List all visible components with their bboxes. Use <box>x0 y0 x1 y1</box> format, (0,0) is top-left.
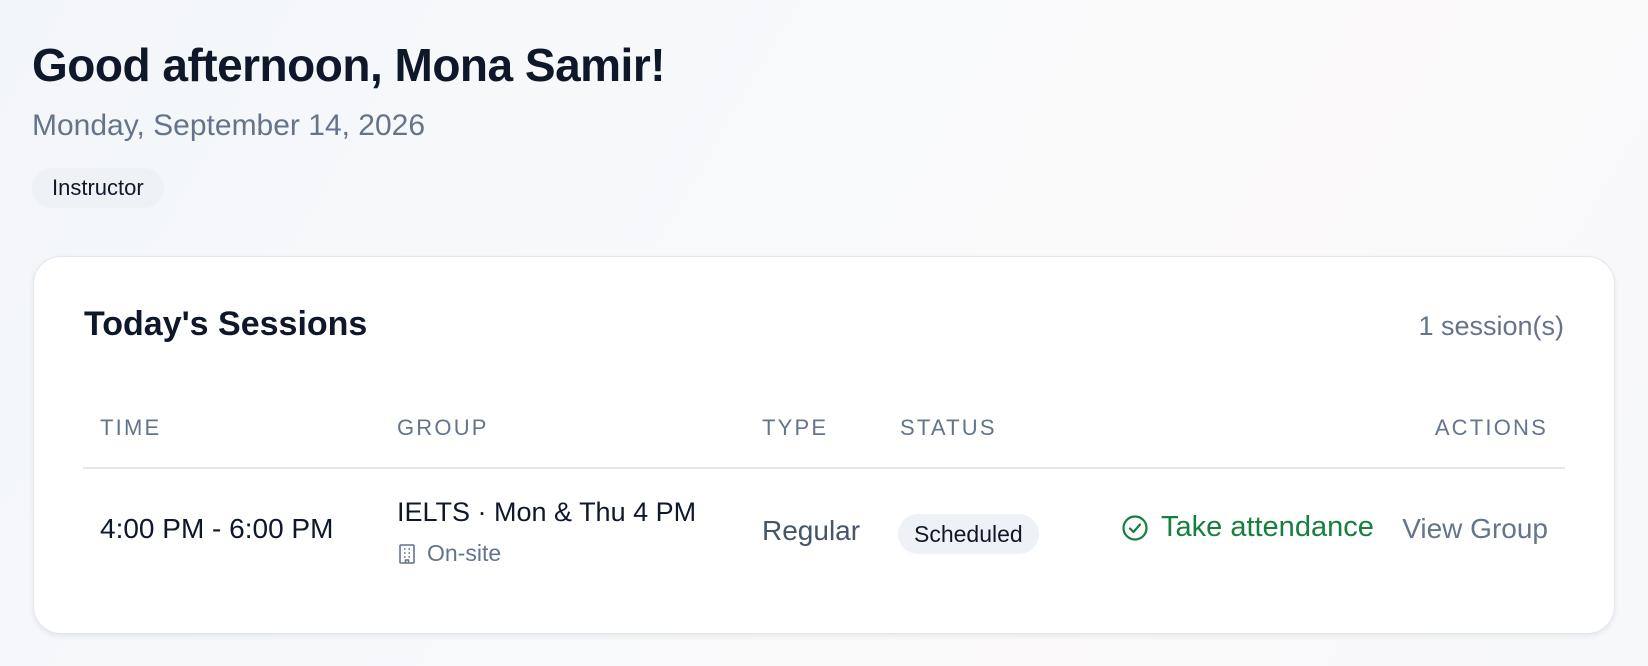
session-group-name: IELTS · Mon & Thu 4 PM <box>397 497 697 527</box>
current-date: Monday, September 14, 2026 <box>32 109 426 142</box>
column-header-status: STATUS <box>900 415 997 440</box>
column-header-group: GROUP <box>397 415 489 440</box>
role-badge: Instructor <box>32 168 164 208</box>
card-title: Today's Sessions <box>84 305 368 343</box>
view-group-link[interactable]: View Group <box>1402 513 1548 545</box>
take-attendance-label: Take attendance <box>1161 511 1374 543</box>
building-icon <box>399 543 415 564</box>
session-type: Regular <box>762 515 861 546</box>
greeting-title: Good afternoon, Mona Samir! <box>32 39 666 91</box>
session-time: 4:00 PM - 6:00 PM <box>100 513 334 544</box>
column-header-actions: ACTIONS <box>1434 415 1548 440</box>
status-badge: Scheduled <box>898 514 1039 554</box>
take-attendance-button[interactable]: Take attendance <box>1121 511 1374 544</box>
session-mode: On-site <box>397 540 501 567</box>
session-count: 1 session(s) <box>1418 311 1564 341</box>
session-mode-label: On-site <box>427 540 502 566</box>
table-header-divider <box>83 467 1565 469</box>
todays-sessions-card: Today's Sessions 1 session(s) TIME GROUP… <box>33 256 1615 634</box>
column-header-type: TYPE <box>762 415 829 440</box>
check-circle-icon <box>1122 514 1148 541</box>
column-header-time: TIME <box>100 415 162 440</box>
